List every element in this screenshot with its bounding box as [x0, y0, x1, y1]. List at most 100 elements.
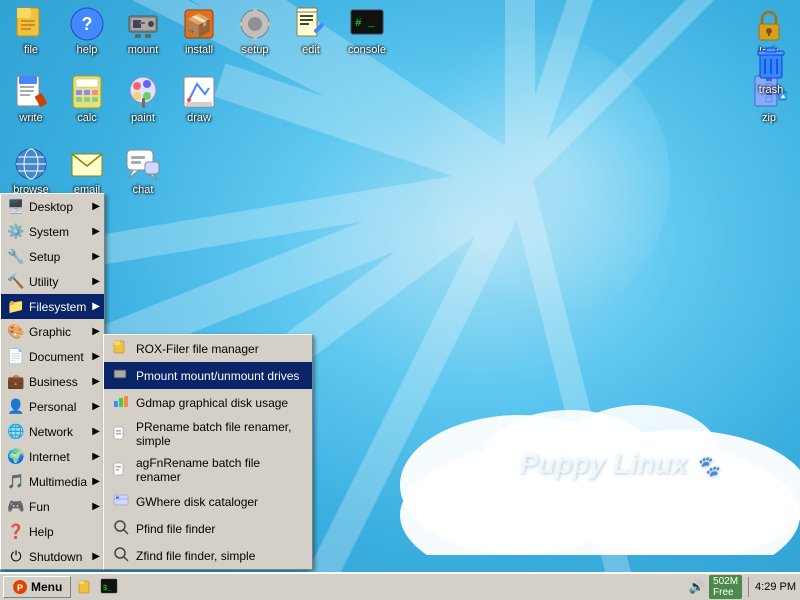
taskbar-right-area: 🔊 502M Free 4:29 PM: [689, 575, 800, 599]
menu-item-network[interactable]: 🌐 Network ▶: [1, 419, 104, 444]
icon-email[interactable]: email: [60, 142, 114, 200]
menu-item-utility[interactable]: 🔨 Utility ▶: [1, 269, 104, 294]
zip-label: zip: [762, 112, 776, 124]
submenu-gwhere[interactable]: GWhere disk cataloger: [104, 488, 312, 515]
graphic-menu-label: Graphic: [29, 325, 71, 339]
menu-item-internet[interactable]: 🌍 Internet ▶: [1, 444, 104, 469]
icon-setup[interactable]: setup: [228, 2, 282, 60]
svg-text:📦: 📦: [185, 13, 212, 38]
filesystem-menu-icon: 📁: [7, 298, 25, 315]
business-menu-label: Business: [29, 375, 78, 389]
menu-item-fun[interactable]: 🎮 Fun ▶: [1, 494, 104, 519]
graphic-menu-arrow: ▶: [92, 326, 100, 337]
submenu-pfind[interactable]: Pfind file finder: [104, 515, 312, 542]
help-menu-label: Help: [29, 525, 54, 539]
pmount-label: Pmount mount/unmount drives: [136, 369, 299, 383]
setup-menu-arrow: ▶: [92, 251, 100, 262]
install-icon: 📦: [181, 6, 217, 42]
utility-menu-icon: 🔨: [7, 273, 25, 290]
start-label: Menu: [31, 580, 62, 594]
menu-item-setup[interactable]: 🔧 Setup ▶: [1, 244, 104, 269]
menu-item-graphic[interactable]: 🎨 Graphic ▶: [1, 319, 104, 344]
submenu-prename[interactable]: PRename batch file renamer, simple: [104, 416, 312, 452]
icon-console[interactable]: # _ console: [340, 2, 394, 60]
icon-install[interactable]: 📦 install: [172, 2, 226, 60]
fun-menu-label: Fun: [29, 500, 50, 514]
graphic-menu-icon: 🎨: [7, 323, 25, 340]
puppy-linux-text: Puppy Linux 🐾: [519, 448, 720, 480]
menu-item-help[interactable]: ❓ Help: [1, 519, 104, 544]
mount-label: mount: [128, 44, 159, 56]
taskbar-clock: 4:29 PM: [755, 581, 796, 593]
taskbar-folder-icon[interactable]: [78, 577, 96, 598]
submenu-rox-filer[interactable]: ROX-Filer file manager: [104, 335, 312, 362]
filesystem-menu-label: Filesystem: [29, 300, 86, 314]
icon-help[interactable]: ? help: [60, 2, 114, 60]
help-menu-icon: ❓: [7, 523, 25, 540]
icon-browse[interactable]: browse: [4, 142, 58, 200]
pfind-label: Pfind file finder: [136, 522, 215, 536]
menu-item-filesystem[interactable]: 📁 Filesystem ▶: [1, 294, 104, 319]
paint-icon: [125, 74, 161, 110]
browse-icon: [13, 146, 49, 182]
taskbar-divider: [748, 577, 749, 597]
shutdown-menu-label: Shutdown: [29, 550, 82, 564]
zfind-icon: [112, 546, 130, 565]
icon-file[interactable]: file: [4, 2, 58, 60]
menu-item-shutdown[interactable]: ⏻ Shutdown ▶: [1, 544, 104, 569]
draw-icon: [181, 74, 217, 110]
shutdown-menu-arrow: ▶: [92, 551, 100, 562]
taskbar-quick-icons: $_: [78, 577, 118, 598]
icon-mount[interactable]: mount: [116, 2, 170, 60]
filesystem-submenu: ROX-Filer file manager Pmount mount/unmo…: [103, 334, 313, 570]
draw-label: draw: [187, 112, 211, 124]
menu-item-system[interactable]: ⚙️ System ▶: [1, 219, 104, 244]
business-menu-icon: 💼: [7, 373, 25, 390]
taskbar: P Menu $_ 🔊 502M Free 4:29 PM: [0, 572, 800, 600]
icon-edit[interactable]: edit: [284, 2, 338, 60]
prename-label: PRename batch file renamer, simple: [136, 420, 304, 448]
multimedia-menu-icon: 🎵: [7, 473, 25, 490]
menu-item-desktop[interactable]: 🖥️ Desktop ▶: [1, 194, 104, 219]
taskbar-terminal-icon[interactable]: $_: [100, 577, 118, 598]
svg-text:# _: # _: [355, 18, 375, 30]
menu-item-multimedia[interactable]: 🎵 Multimedia ▶: [1, 469, 104, 494]
personal-menu-label: Personal: [29, 400, 76, 414]
taskbar-volume-icon[interactable]: 🔊: [689, 579, 705, 595]
menu-item-personal[interactable]: 👤 Personal ▶: [1, 394, 104, 419]
icon-trash[interactable]: trash: [744, 42, 798, 100]
agfnrename-icon: [112, 461, 130, 480]
edit-label: edit: [302, 44, 320, 56]
edit-icon: [293, 6, 329, 42]
icon-calc[interactable]: calc: [60, 70, 114, 128]
menu-item-business[interactable]: 💼 Business ▶: [1, 369, 104, 394]
start-button[interactable]: P Menu: [3, 576, 71, 598]
write-label: write: [19, 112, 42, 124]
mount-icon: [125, 6, 161, 42]
icon-paint[interactable]: paint: [116, 70, 170, 128]
menu-item-document[interactable]: 📄 Document ▶: [1, 344, 104, 369]
icon-chat[interactable]: chat: [116, 142, 170, 200]
gwhere-icon: [112, 492, 130, 511]
fun-menu-icon: 🎮: [7, 498, 25, 515]
submenu-gdmap[interactable]: Gdmap graphical disk usage: [104, 389, 312, 416]
zfind-label: Zfind file finder, simple: [136, 549, 255, 563]
help-icon: ?: [69, 6, 105, 42]
mem-label: Free: [713, 587, 734, 598]
desktop-menu-label: Desktop: [29, 200, 73, 214]
submenu-zfind[interactable]: Zfind file finder, simple: [104, 542, 312, 569]
setup-menu-icon: 🔧: [7, 248, 25, 265]
system-menu-icon: ⚙️: [7, 223, 25, 240]
system-menu-label: System: [29, 225, 69, 239]
submenu-agfnrename[interactable]: agFnRename batch file renamer: [104, 452, 312, 488]
internet-menu-icon: 🌍: [7, 448, 25, 465]
icon-draw[interactable]: draw: [172, 70, 226, 128]
submenu-pmount[interactable]: Pmount mount/unmount drives: [104, 362, 312, 389]
top-icon-row: file ? help mount: [0, 0, 398, 62]
calc-label: calc: [77, 112, 97, 124]
icon-write[interactable]: write: [4, 70, 58, 128]
network-menu-arrow: ▶: [92, 426, 100, 437]
desktop-menu-icon: 🖥️: [7, 198, 25, 215]
setup-menu-label: Setup: [29, 250, 60, 264]
fun-menu-arrow: ▶: [92, 501, 100, 512]
